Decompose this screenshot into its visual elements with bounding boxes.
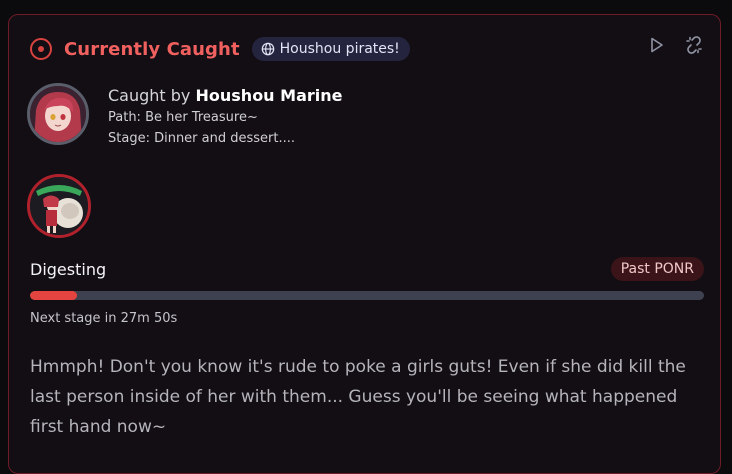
globe-icon [261, 42, 274, 56]
predator-avatar[interactable] [27, 83, 89, 145]
caught-by-prefix: Caught by [108, 86, 191, 105]
play-icon [651, 37, 663, 53]
card-actions [644, 33, 706, 57]
target-icon [29, 37, 53, 61]
caught-status-card: Currently Caught Houshou pirates! Caught… [8, 14, 721, 474]
card-header: Currently Caught Houshou pirates! [29, 37, 410, 61]
ponr-badge: Past PONR [610, 257, 704, 281]
digestion-progress-fill [30, 291, 78, 300]
world-tag[interactable]: Houshou pirates! [251, 37, 410, 61]
predator-text: Caught by Houshou Marine Path: Be her Tr… [108, 85, 342, 149]
predator-message: Hmmph! Don't you know it's rude to poke … [30, 357, 686, 437]
broken-link-icon [686, 36, 702, 54]
card-title: Currently Caught [64, 38, 240, 60]
stage-line: Stage: Dinner and dessert.... [108, 131, 296, 146]
digestion-progress-bar [30, 291, 704, 300]
next-stage-timer: Next stage in 27m 50s [30, 311, 178, 326]
play-button[interactable] [644, 33, 668, 57]
status-row: Digesting Past PONR [30, 256, 704, 282]
world-tag-label: Houshou pirates! [279, 41, 400, 57]
prey-avatar[interactable] [27, 174, 91, 238]
predator-name[interactable]: Houshou Marine [196, 86, 343, 105]
path-line: Path: Be her Treasure~ [108, 110, 258, 125]
unlink-button[interactable] [682, 33, 706, 57]
caught-by-line: Caught by Houshou Marine [108, 85, 342, 107]
status-label: Digesting [30, 259, 107, 279]
predator-info: Caught by Houshou Marine Path: Be her Tr… [27, 83, 342, 149]
